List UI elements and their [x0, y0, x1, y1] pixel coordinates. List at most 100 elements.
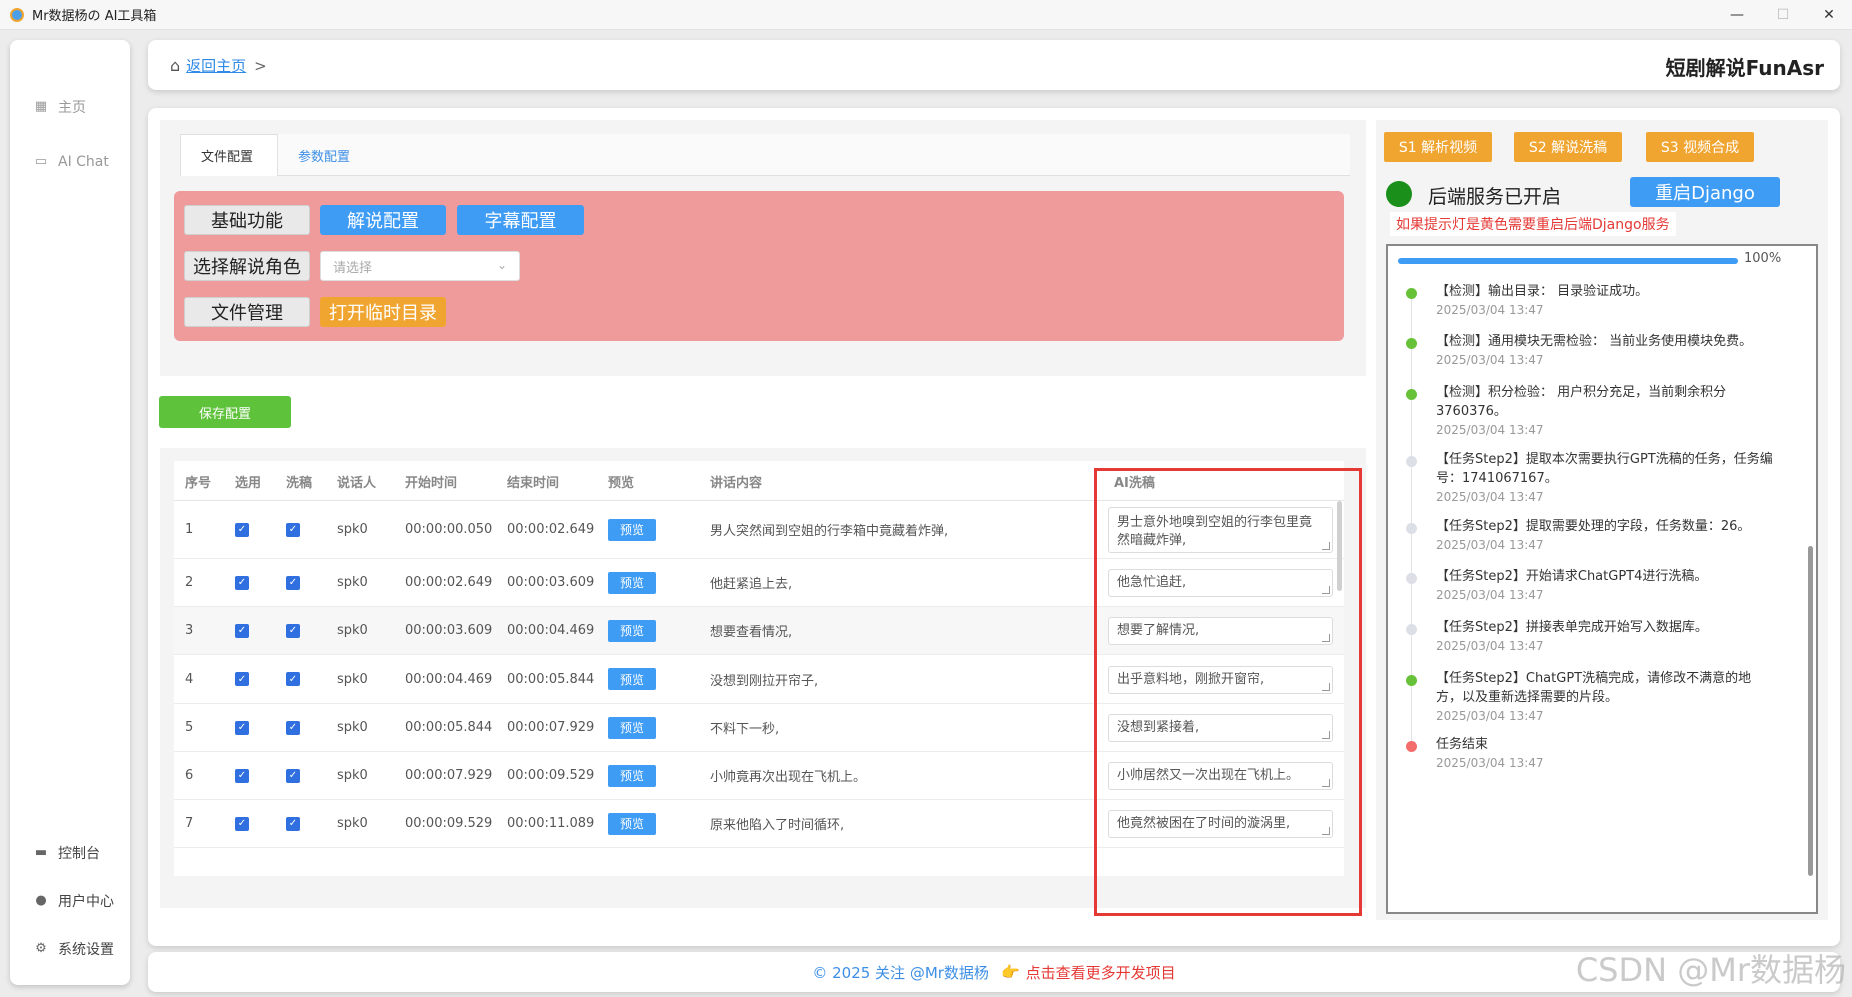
log-message: 任务结束 [1436, 737, 1489, 752]
preview-cell: 预览 [608, 607, 656, 654]
preview-button[interactable]: 预览 [608, 571, 656, 594]
select-cell: ✓ [235, 607, 249, 654]
table-header: 序号 选用 洗稿 说话人 开始时间 结束时间 预览 讲话内容 AI洗稿 [174, 461, 1344, 501]
rewrite-checkbox[interactable]: ✓ [286, 672, 300, 686]
sidebar-item-console[interactable]: ▬ 控制台 [10, 838, 130, 868]
choose-role-button[interactable]: 选择解说角色 [184, 251, 310, 281]
select-checkbox[interactable]: ✓ [235, 672, 249, 686]
sidebar-item-label: AI Chat [58, 154, 109, 170]
end-time-cell: 00:00:11.089 [507, 816, 595, 831]
select-checkbox[interactable]: ✓ [235, 768, 249, 783]
more-projects-link[interactable]: 点击查看更多开发项目 [1026, 962, 1176, 983]
table-scrollbar[interactable] [1337, 501, 1342, 591]
speaker-cell: spk0 [337, 671, 368, 687]
tab-param-config[interactable]: 参数配置 [278, 134, 374, 176]
footer-copyright[interactable]: © 2025 关注 @Mr数据杨 [812, 962, 989, 983]
speaker-cell: spk0 [337, 816, 368, 831]
rewrite-cell: ✓ [286, 559, 300, 606]
log-message: 【检测】积分检验： 用户积分充足，当前剩余积分3760376。 [1436, 385, 1727, 419]
minimize-icon[interactable]: — [1714, 0, 1760, 30]
content-cell: 男人突然闻到空姐的行李箱中竟藏着炸弹, [710, 524, 949, 539]
table-row: 7 ✓ ✓ spk0 00:00:09.529 00:00:11.089 预览 原来他陷入了时… [174, 800, 1344, 848]
log-timestamp: 2025/03/04 13:47 [1436, 588, 1544, 602]
preview-button[interactable]: 预览 [608, 812, 656, 835]
ai-rewrite-textarea[interactable]: 小帅居然又一次出现在飞机上。 [1108, 762, 1333, 790]
sidebar-item-ai-chat[interactable]: ▭ AI Chat [10, 147, 130, 177]
row-number: 5 [185, 720, 194, 735]
task-log-box: 100% 【检测】输出目录： 目录验证成功。 2025/03/04 13:47 【检… [1386, 244, 1818, 914]
step3-compose-button[interactable]: S3 视频合成 [1646, 132, 1754, 162]
row-number: 3 [185, 623, 194, 638]
ai-rewrite-textarea[interactable]: 他急忙追赶, [1108, 569, 1333, 597]
tab-file-config[interactable]: 文件配置 [180, 134, 278, 176]
step2-rewrite-button[interactable]: S2 解说洗稿 [1514, 132, 1622, 162]
breadcrumb: ⌂ 返回主页 > [170, 55, 267, 76]
rewrite-checkbox[interactable]: ✓ [286, 816, 300, 831]
file-management-button[interactable]: 文件管理 [184, 297, 310, 327]
ai-rewrite-textarea[interactable]: 男士意外地嗅到空姐的行李包里竟然暗藏炸弹, [1108, 507, 1333, 553]
log-timestamp: 2025/03/04 13:47 [1436, 490, 1544, 504]
preview-cell: 预览 [608, 501, 656, 558]
back-home-link[interactable]: 返回主页 [186, 55, 246, 76]
start-time-cell: 00:00:07.929 [405, 768, 493, 783]
rewrite-cell: ✓ [286, 752, 300, 799]
ai-rewrite-textarea[interactable]: 他竟然被困在了时间的漩涡里, [1108, 810, 1333, 838]
sidebar-item-settings[interactable]: ⚙ 系统设置 [10, 934, 130, 964]
log-timestamp: 2025/03/04 13:47 [1436, 756, 1544, 770]
rewrite-checkbox[interactable]: ✓ [286, 768, 300, 783]
basic-function-button[interactable]: 基础功能 [184, 205, 310, 235]
config-button-area: 基础功能 解说配置 字幕配置 选择解说角色 请选择 ⌄ 文件管理 打开临时目录 [174, 191, 1344, 341]
restart-django-button[interactable]: 重启Django [1630, 177, 1780, 207]
close-icon[interactable]: ✕ [1806, 0, 1852, 30]
ai-rewrite-textarea[interactable]: 出乎意料地，刚掀开窗帘, [1108, 665, 1333, 694]
rewrite-checkbox[interactable]: ✓ [286, 575, 300, 590]
watermark: CSDN @Mr数据杨 [1575, 951, 1846, 989]
rewrite-checkbox[interactable]: ✓ [286, 522, 300, 537]
preview-button[interactable]: 预览 [608, 518, 656, 541]
preview-button[interactable]: 预览 [608, 619, 656, 642]
timeline-dot-icon [1406, 338, 1417, 349]
chevron-down-icon: ⌄ [496, 258, 507, 272]
progress-fill [1398, 258, 1738, 264]
restart-hint-text: 如果提示灯是黄色需要重启后端Django服务 [1390, 212, 1676, 236]
header-bar: ⌂ 返回主页 > 短剧解说FunAsr [148, 40, 1840, 90]
log-timestamp: 2025/03/04 13:47 [1436, 709, 1544, 723]
preview-button[interactable]: 预览 [608, 716, 656, 739]
task-panel: S1 解析视频 S2 解说洗稿 S3 视频合成 后端服务已开启 重启Django… [1376, 120, 1828, 920]
subtitle-config-button[interactable]: 字幕配置 [457, 205, 584, 235]
select-checkbox[interactable]: ✓ [235, 623, 249, 638]
sidebar-item-label: 用户中心 [58, 894, 114, 910]
select-checkbox[interactable]: ✓ [235, 522, 249, 537]
save-config-button[interactable]: 保存配置 [159, 396, 291, 428]
ai-rewrite-textarea[interactable]: 想要了解情况, [1108, 617, 1333, 645]
table-row: 4 ✓ ✓ spk0 00:00:04.469 00:00:05.844 预览 没想到刚拉开帘… [174, 655, 1344, 704]
role-select[interactable]: 请选择 ⌄ [320, 251, 520, 281]
log-timestamp: 2025/03/04 13:47 [1436, 538, 1544, 552]
col-header-preview: 预览 [608, 475, 635, 491]
timeline-line [1411, 400, 1412, 456]
log-message: 【任务Step2】提取需要处理的字段，任务数量：26。 [1436, 519, 1751, 534]
preview-cell: 预览 [608, 559, 656, 606]
sidebar-item-user-center[interactable]: ● 用户中心 [10, 886, 130, 916]
select-checkbox[interactable]: ✓ [235, 720, 249, 735]
select-cell: ✓ [235, 752, 249, 799]
maximize-icon[interactable]: ☐ [1760, 0, 1806, 30]
log-scrollbar[interactable] [1808, 546, 1813, 876]
table-row: 2 ✓ ✓ spk0 00:00:02.649 00:00:03.609 预览 他赶紧追上去,… [174, 559, 1344, 607]
rewrite-checkbox[interactable]: ✓ [286, 623, 300, 638]
sidebar-item-label: 控制台 [58, 846, 100, 862]
preview-button[interactable]: 预览 [608, 764, 656, 787]
timeline-line [1411, 299, 1412, 338]
narration-config-button[interactable]: 解说配置 [320, 205, 446, 235]
step1-parse-video-button[interactable]: S1 解析视频 [1384, 132, 1492, 162]
sidebar-item-label: 系统设置 [58, 942, 114, 958]
rewrite-checkbox[interactable]: ✓ [286, 720, 300, 735]
app-logo-icon [10, 7, 24, 22]
ai-rewrite-textarea[interactable]: 没想到紧接着, [1108, 714, 1333, 742]
sidebar-item-home[interactable]: ▦ 主页 [10, 92, 130, 122]
log-timestamp: 2025/03/04 13:47 [1436, 639, 1544, 653]
preview-button[interactable]: 预览 [608, 668, 656, 690]
select-checkbox[interactable]: ✓ [235, 816, 249, 831]
open-temp-dir-button[interactable]: 打开临时目录 [320, 297, 446, 327]
select-checkbox[interactable]: ✓ [235, 575, 249, 590]
